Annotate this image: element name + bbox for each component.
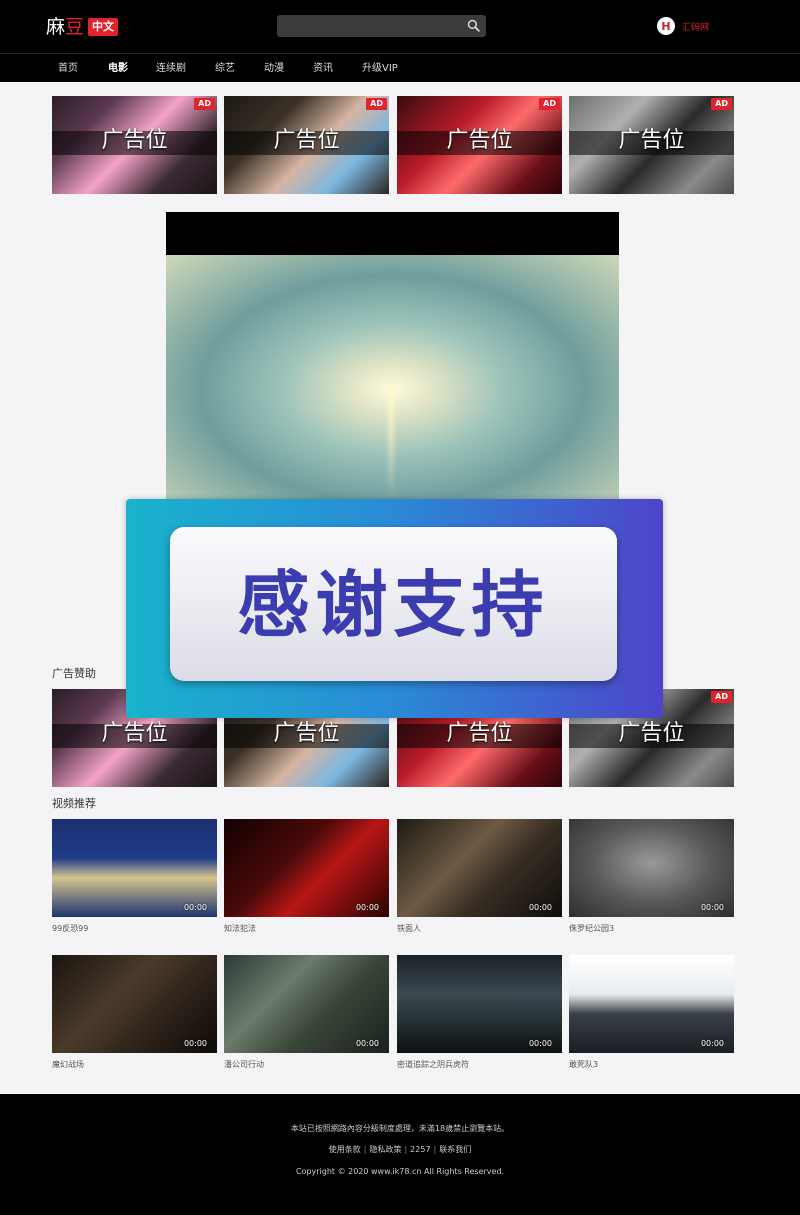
footer-link-privacy[interactable]: 隐私政策	[369, 1145, 401, 1154]
ad-tile[interactable]: 广告位 AD	[569, 96, 734, 194]
ad-tile[interactable]: 广告位 AD	[224, 96, 389, 194]
footer-link-terms[interactable]: 使用条款	[329, 1145, 361, 1154]
movie-title[interactable]: 密道追踪之阴兵虎符	[397, 1060, 469, 1070]
ad-tile[interactable]: 广告位 AD	[397, 96, 562, 194]
ad-text: 广告位	[273, 721, 340, 746]
movie-duration: 00:00	[528, 1039, 552, 1048]
movie-duration: 00:00	[700, 903, 724, 912]
footer-notice: 本站已按照網路內容分級制度處理，未滿18歲禁止瀏覽本站。	[290, 1124, 510, 1133]
footer-separator: |	[433, 1145, 437, 1154]
user-avatar-icon: H	[657, 17, 675, 35]
nav-item-variety[interactable]: 综艺	[215, 62, 235, 75]
movie-duration: 00:00	[183, 1039, 207, 1048]
logo-badge: 中文	[88, 18, 119, 36]
nav-item-home[interactable]: 首页	[58, 62, 78, 75]
ad-text: 广告位	[446, 721, 513, 746]
footer-link-contact[interactable]: 联系我们	[439, 1145, 471, 1154]
movie-thumbnail[interactable]: 00:00	[397, 955, 562, 1053]
main-nav: 首页 电影 连续剧 综艺 动漫 资讯 升级VIP	[0, 53, 800, 82]
ad-badge: AD	[711, 98, 732, 110]
movie-duration: 00:00	[355, 903, 379, 912]
search-icon[interactable]	[467, 19, 480, 32]
nav-item-movies[interactable]: 电影	[108, 62, 128, 75]
movie-duration: 00:00	[355, 1039, 379, 1048]
ad-badge: AD	[366, 98, 387, 110]
movie-title[interactable]: 知法犯法	[224, 924, 256, 934]
popup-panel: 感谢支持	[170, 527, 617, 681]
movie-duration: 00:00	[700, 1039, 724, 1048]
movie-thumbnail[interactable]: 00:00	[52, 819, 217, 917]
site-logo[interactable]: 麻豆 中文	[46, 16, 119, 38]
ad-text: 广告位	[446, 128, 513, 153]
movie-title[interactable]: 99反恐99	[52, 924, 88, 934]
ad-badge: AD	[194, 98, 215, 110]
movie-title[interactable]: 魔幻战场	[52, 1060, 84, 1070]
logo-char-2: 豆	[65, 16, 85, 38]
movie-thumbnail[interactable]: 00:00	[224, 819, 389, 917]
nav-item-news[interactable]: 资讯	[313, 62, 333, 75]
user-label: 汇码网	[682, 22, 710, 33]
movie-title[interactable]: 侏罗纪公园3	[569, 924, 614, 934]
ad-section-title: 广告赞助	[52, 667, 96, 680]
video-section-title: 视频推荐	[52, 797, 96, 810]
movie-duration: 00:00	[528, 903, 552, 912]
ad-badge: AD	[539, 98, 560, 110]
ad-text: 广告位	[618, 128, 685, 153]
footer-link-2257[interactable]: 2257	[410, 1145, 430, 1154]
movie-thumbnail[interactable]: 00:00	[569, 819, 734, 917]
movie-thumbnail[interactable]: 00:00	[397, 819, 562, 917]
nav-item-anime[interactable]: 动漫	[264, 62, 284, 75]
logo-text: 麻豆	[46, 16, 84, 38]
movie-title[interactable]: 铁面人	[397, 924, 421, 934]
ad-text: 广告位	[101, 128, 168, 153]
movie-duration: 00:00	[183, 903, 207, 912]
footer-separator: |	[363, 1145, 367, 1154]
movie-thumbnail[interactable]: 00:00	[569, 955, 734, 1053]
movie-title[interactable]: 潘公司行动	[224, 1060, 264, 1070]
footer: 本站已按照網路內容分級制度處理，未滿18歲禁止瀏覽本站。 使用条款 | 隐私政策 | 2…	[0, 1094, 800, 1215]
footer-copyright: Copyright © 2020 www.ik78.cn All Rights …	[295, 1167, 505, 1176]
nav-item-vip[interactable]: 升级VIP	[362, 62, 398, 75]
nav-item-series[interactable]: 连续剧	[156, 62, 186, 75]
popup-text: 感谢支持	[237, 563, 550, 647]
search-box	[277, 15, 486, 37]
footer-separator: |	[404, 1145, 408, 1154]
video-frame	[166, 255, 619, 499]
video-player[interactable]	[166, 212, 619, 499]
logo-char-1: 麻	[46, 16, 66, 38]
header: 麻豆 中文 H 汇码网	[0, 0, 800, 53]
ad-text: 广告位	[101, 721, 168, 746]
search-input[interactable]	[277, 15, 462, 37]
thank-you-popup[interactable]: 感谢支持	[126, 499, 663, 718]
footer-links: 使用条款 | 隐私政策 | 2257 | 联系我们	[0, 1145, 800, 1155]
user-link[interactable]: H 汇码网	[657, 17, 709, 35]
ad-text: 广告位	[273, 128, 340, 153]
ad-badge: AD	[711, 691, 732, 703]
ad-tile[interactable]: 广告位 AD	[52, 96, 217, 194]
movie-thumbnail[interactable]: 00:00	[52, 955, 217, 1053]
movie-title[interactable]: 敢死队3	[569, 1060, 598, 1070]
movie-thumbnail[interactable]: 00:00	[224, 955, 389, 1053]
ad-text: 广告位	[618, 721, 685, 746]
